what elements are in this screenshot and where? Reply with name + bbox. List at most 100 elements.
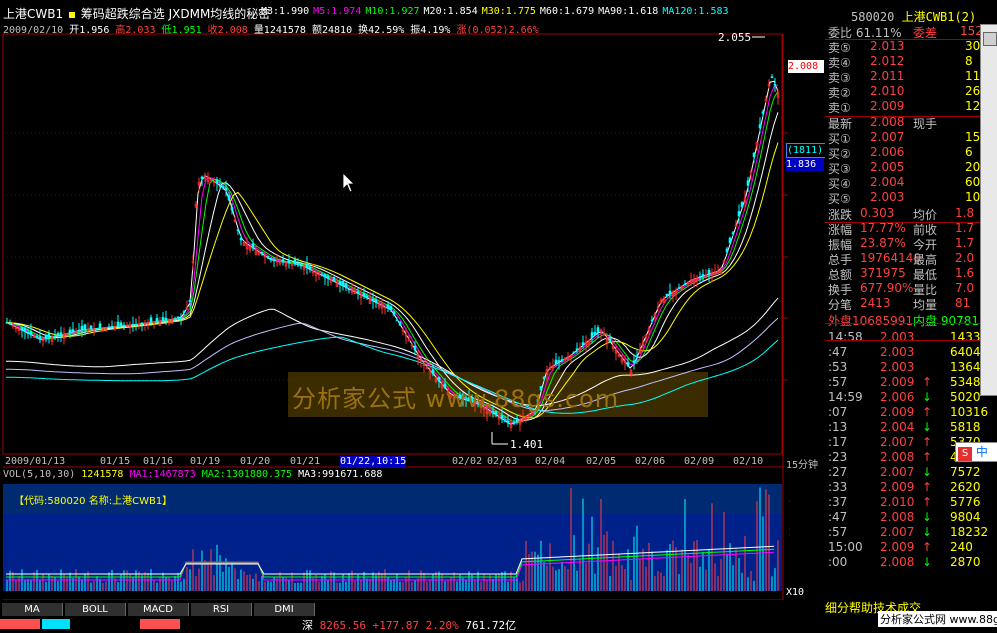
- candle-body: [506, 420, 510, 424]
- status-market: 深 8265.56 +177.87 2.20% 761.72亿: [302, 619, 517, 632]
- period-label[interactable]: 15分钟: [786, 456, 818, 471]
- candle-body: [326, 275, 330, 279]
- quote-name: 上港CWB1(2): [901, 10, 977, 24]
- tab-macd[interactable]: MACD: [128, 603, 189, 616]
- date-label: 02/06: [635, 456, 666, 467]
- candle-body: [110, 326, 114, 328]
- candle-body: [176, 316, 180, 319]
- quote-header: 580020 上港CWB1(2): [851, 8, 976, 25]
- stat-row: 振幅 23.87% 今开 1.7: [828, 236, 975, 252]
- stat-row: 分笔 2413 均量 81: [828, 296, 971, 312]
- candle-body: [35, 336, 39, 339]
- candle-body: [323, 274, 327, 278]
- candle-body: [293, 259, 297, 265]
- candle-body: [707, 269, 711, 275]
- tick-row: :00 2.008 ↓ 2870: [828, 555, 981, 569]
- candle-body: [296, 263, 300, 266]
- candle-body: [683, 283, 687, 286]
- candle-body: [224, 188, 228, 191]
- tick-row: 14:59 2.006 ↓ 5020: [828, 390, 981, 404]
- date-label: 02/03: [487, 456, 518, 467]
- candle-body: [341, 280, 345, 287]
- status-indicator-red-2: [140, 619, 180, 629]
- candle-body: [338, 281, 342, 285]
- candle-body: [116, 321, 120, 327]
- volume-header: VOL(5,10,30) 1241578 MA1:1467873 MA2:130…: [3, 469, 382, 480]
- candle-body: [731, 232, 735, 235]
- bid-row: 买④ 2.004 60: [828, 175, 981, 191]
- code-info: 【代码:580020 名称:上港CWB1】: [14, 496, 173, 507]
- tick-row: :47 2.003 6404: [828, 345, 981, 359]
- ask-row: 卖⑤ 2.013 30: [828, 39, 981, 55]
- tab-rsi[interactable]: RSI: [191, 603, 252, 616]
- candle-body: [413, 345, 417, 351]
- candle-body: [392, 311, 396, 316]
- tick-row: :27 2.007 ↓ 7572: [828, 465, 981, 479]
- tab-boll[interactable]: BOLL: [65, 603, 126, 616]
- candle-body: [632, 360, 636, 364]
- candle-body: [746, 180, 750, 186]
- candle-body: [608, 339, 612, 343]
- stat-row: 总手 19764140 最高 2.0: [828, 251, 975, 267]
- scroll-up-button[interactable]: [983, 32, 997, 46]
- candle-body: [554, 359, 558, 365]
- price-grid: [3, 132, 783, 381]
- candle-body: [761, 111, 765, 114]
- chart-area[interactable]: 上港CWB1 筹码超跌综合选 JXDMM均线的秘密 M3:1.990 M5:1.9…: [0, 0, 997, 632]
- date-axis: 2009/01/13 01/15 01/16 01/19 01/20 01/21 01/22…: [0, 456, 790, 468]
- cursor-tag: (1811): [786, 143, 826, 158]
- ask-row: 卖④ 2.012 8: [828, 54, 973, 70]
- quote-code: 580020: [851, 10, 895, 24]
- mouse-cursor-icon: [342, 172, 355, 193]
- candle-body: [149, 317, 153, 323]
- candle-body: [182, 311, 186, 313]
- candle-body: [500, 415, 504, 420]
- watermark-text: 分析家公式 www.88gs.com: [292, 385, 620, 413]
- candle-body: [23, 327, 27, 333]
- high-annotation: 2.055: [718, 31, 752, 44]
- date-label: 02/09: [684, 456, 715, 467]
- tick-row: :57 2.007 ↓ 18232: [828, 525, 989, 539]
- candle-body: [374, 299, 378, 303]
- candle-body: [122, 324, 126, 327]
- candle-body: [752, 153, 756, 157]
- candle-body: [287, 259, 291, 264]
- candle-body: [362, 292, 366, 297]
- bid-row: 买② 2.006 6: [828, 145, 973, 161]
- vol-indicator[interactable]: VOL(5,10,30): [3, 469, 75, 480]
- candle-body: [395, 319, 399, 322]
- candle-body: [431, 369, 435, 375]
- candle-body: [356, 291, 360, 294]
- kline-chart[interactable]: 1.9001.8001.7001.6001.500 30000020000010…: [0, 0, 790, 600]
- cursor-price-tag: 1.836: [786, 158, 824, 171]
- vol-ma3: MA3:991671.688: [298, 469, 383, 480]
- candle-body: [773, 84, 777, 86]
- tab-ma[interactable]: MA: [2, 603, 63, 616]
- candle-body: [68, 329, 72, 334]
- volume-axis: 3000002000001000000: [789, 494, 790, 598]
- candle-body: [635, 355, 639, 358]
- candle-body: [650, 319, 654, 322]
- volume-unit: X10: [786, 587, 805, 598]
- candle-body: [260, 251, 264, 255]
- candle-body: [221, 186, 225, 189]
- candle-body: [95, 328, 99, 330]
- candle-body: [305, 263, 309, 269]
- candle-body: [737, 211, 741, 217]
- candle-body: [80, 325, 84, 331]
- candle-body: [218, 184, 222, 187]
- candle-body: [188, 299, 192, 303]
- date-label: 01/16: [143, 456, 174, 467]
- candle-body: [698, 276, 702, 278]
- candle-body: [581, 342, 585, 346]
- side-scrollbar[interactable]: [980, 24, 997, 396]
- candle-body: [119, 322, 123, 327]
- candle-body: [140, 322, 144, 325]
- ime-indicator[interactable]: S 中: [955, 442, 997, 462]
- candle-body: [371, 298, 375, 302]
- quote-body: 委比 61.11% 委差 152 卖⑤ 2.013 30 卖④ 2.012 8 卖③ 2.011 11…: [825, 24, 997, 600]
- bid-row: 买① 2.007 15: [828, 130, 981, 146]
- candle-body: [53, 335, 57, 338]
- inner-outer-row: 外盘10685991 内盘 90781: [828, 314, 979, 328]
- tab-dmi[interactable]: DMI: [254, 603, 315, 616]
